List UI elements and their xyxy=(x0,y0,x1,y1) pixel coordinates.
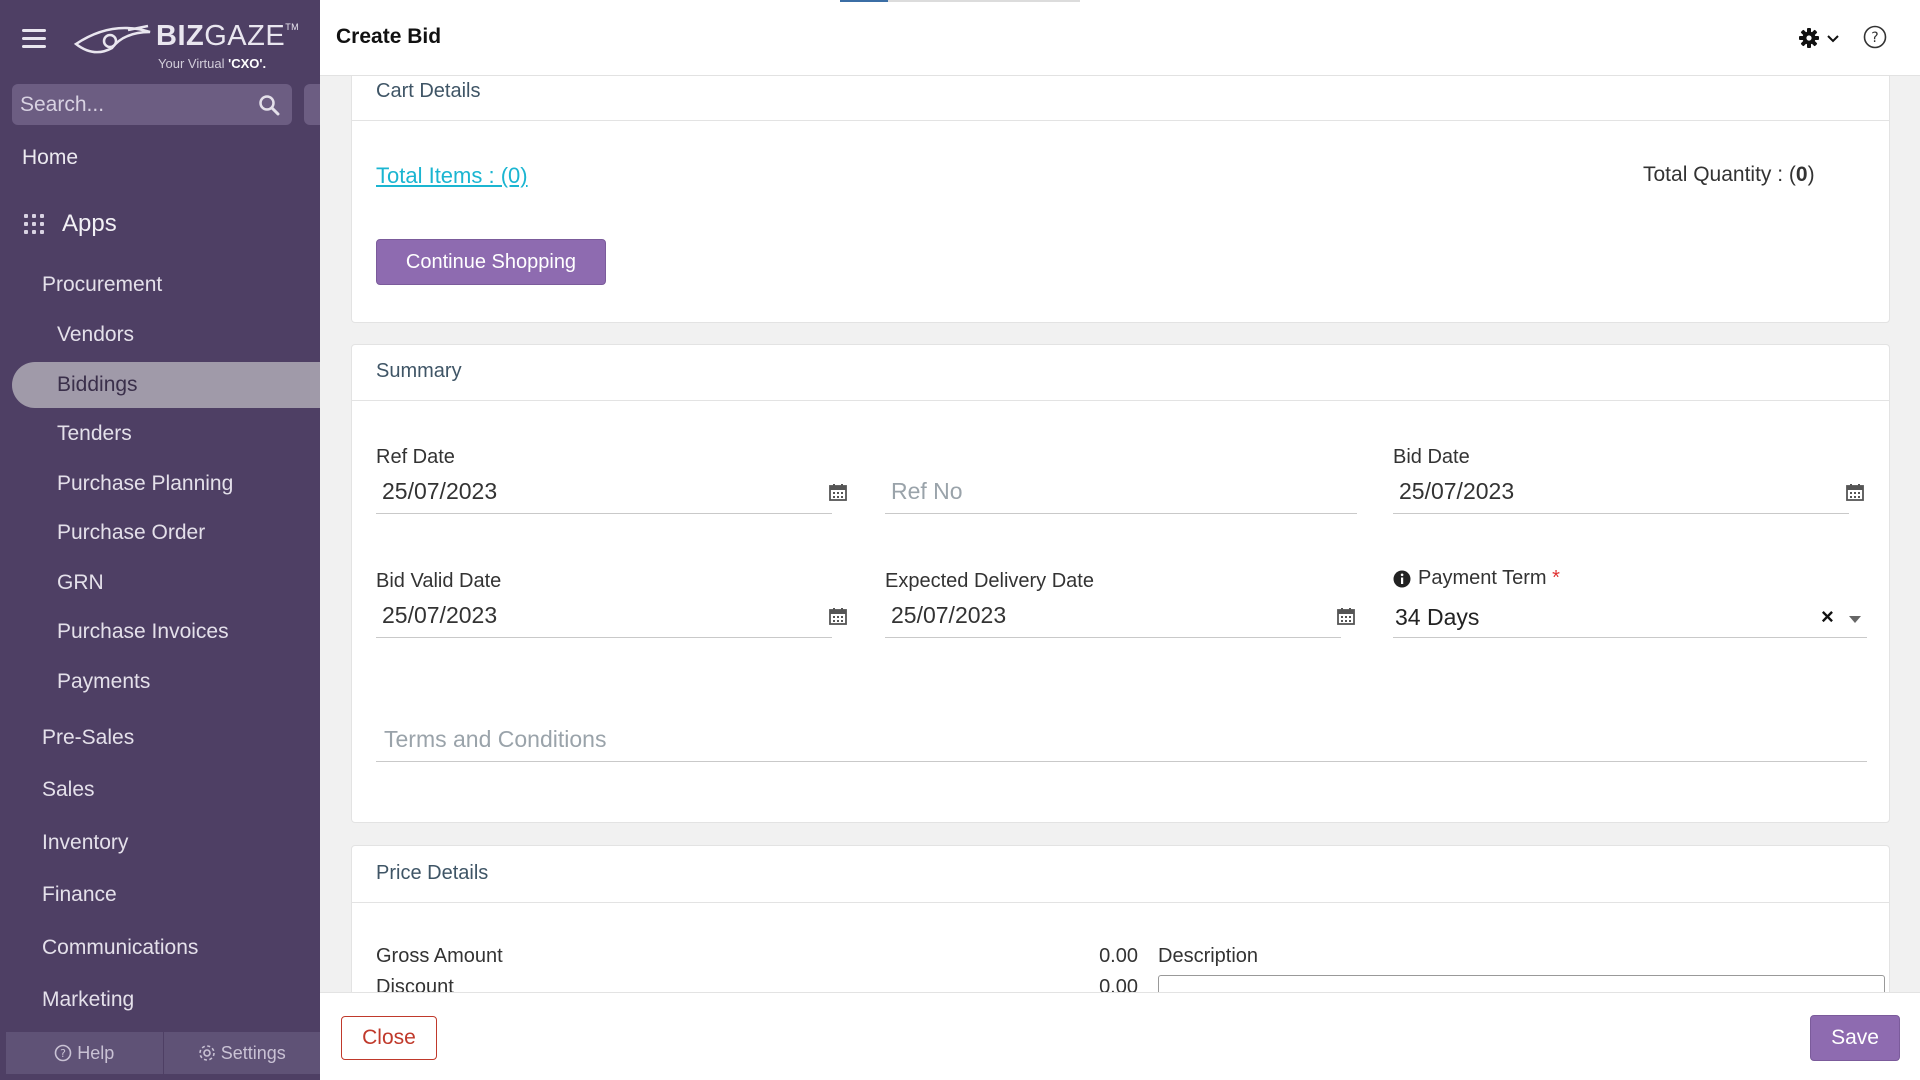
description-textarea[interactable] xyxy=(1158,975,1885,992)
summary-title: Summary xyxy=(376,360,462,382)
sidebar-header: BIZGAZETM Your Virtual 'CXO'. xyxy=(0,0,320,80)
sidebar-search xyxy=(12,84,292,125)
sidebar-footer: ? Help Settings xyxy=(6,1032,320,1074)
form-content: Cart Details Total Items : (0) Total Qua… xyxy=(320,76,1920,992)
summary-header: Summary xyxy=(352,345,1889,401)
gear-icon xyxy=(1799,28,1819,48)
terms-and-conditions-input[interactable] xyxy=(376,718,1867,762)
sidebar-item-pre-sales[interactable]: Pre-Sales xyxy=(42,726,134,750)
bid-date-label: Bid Date xyxy=(1393,446,1470,468)
form-footer: Close Save xyxy=(320,992,1920,1080)
page-title: Create Bid xyxy=(336,25,442,48)
gross-amount-label: Gross Amount xyxy=(376,945,503,967)
settings-button[interactable]: Settings xyxy=(162,1032,321,1074)
total-quantity: Total Quantity : (0) xyxy=(1643,163,1815,186)
discount-label: Discount xyxy=(376,976,454,992)
price-details-title: Price Details xyxy=(376,862,489,884)
sidebar-item-communications[interactable]: Communications xyxy=(42,936,198,960)
sidebar: BIZGAZETM Your Virtual 'CXO'. Home Apps … xyxy=(0,0,320,1080)
ref-date-label: Ref Date xyxy=(376,446,455,468)
logo-wordmark: BIZGAZETM xyxy=(156,20,300,52)
payment-term-value: 34 Days xyxy=(1395,604,1480,630)
cart-details-header: Cart Details xyxy=(352,76,1889,121)
sidebar-item-procurement[interactable]: Procurement xyxy=(42,273,162,297)
logo-tagline: Your Virtual 'CXO'. xyxy=(158,56,267,71)
header-tab-indicator xyxy=(840,0,1080,2)
expected-delivery-date-calendar-icon[interactable] xyxy=(1336,606,1356,626)
sidebar-item-payments[interactable]: Payments xyxy=(57,670,150,694)
total-items-link[interactable]: Total Items : (0) xyxy=(376,163,528,189)
hamburger-menu-icon[interactable] xyxy=(22,29,46,51)
settings-gear-icon xyxy=(198,1045,215,1061)
sidebar-search-input[interactable] xyxy=(20,84,260,125)
sidebar-apps-label: Apps xyxy=(62,210,117,237)
clear-selection-icon[interactable]: × xyxy=(1821,604,1834,630)
search-icon[interactable] xyxy=(258,94,280,116)
price-details-header: Price Details xyxy=(352,846,1889,903)
bid-date-calendar-icon[interactable] xyxy=(1845,482,1865,502)
help-icon[interactable]: ? xyxy=(1862,24,1888,50)
expected-delivery-date-label: Expected Delivery Date xyxy=(885,570,1094,592)
gross-amount-value: 0.00 xyxy=(1099,945,1138,967)
close-button[interactable]: Close xyxy=(341,1016,437,1060)
sidebar-item-marketing[interactable]: Marketing xyxy=(42,988,134,1012)
sidebar-item-vendors[interactable]: Vendors xyxy=(57,323,134,347)
dropdown-caret-icon[interactable] xyxy=(1849,616,1861,623)
cart-details-card: Cart Details Total Items : (0) Total Qua… xyxy=(351,76,1890,323)
sidebar-item-purchase-order[interactable]: Purchase Order xyxy=(57,521,205,545)
info-icon[interactable] xyxy=(1393,570,1411,588)
help-button[interactable]: ? Help xyxy=(6,1032,163,1074)
sidebar-item-purchase-invoices[interactable]: Purchase Invoices xyxy=(57,620,229,644)
sidebar-item-apps[interactable]: Apps xyxy=(24,208,117,240)
apps-grid-icon xyxy=(24,214,44,234)
chevron-down-icon xyxy=(1827,35,1839,43)
bid-valid-date-input[interactable] xyxy=(376,594,832,638)
discount-value: 0.00 xyxy=(1099,976,1138,992)
sidebar-item-finance[interactable]: Finance xyxy=(42,883,117,907)
payment-term-label: Payment Term * xyxy=(1418,567,1560,589)
svg-text:?: ? xyxy=(1871,30,1878,46)
bid-valid-date-label: Bid Valid Date xyxy=(376,570,502,592)
continue-shopping-button[interactable]: Continue Shopping xyxy=(376,239,606,285)
ref-no-input[interactable] xyxy=(885,470,1357,514)
sidebar-item-grn[interactable]: GRN xyxy=(57,571,104,595)
settings-label: Settings xyxy=(220,1042,286,1063)
help-label: Help xyxy=(77,1042,115,1063)
bizgaze-logo[interactable]: BIZGAZETM Your Virtual 'CXO'. xyxy=(72,14,299,71)
sidebar-item-purchase-planning[interactable]: Purchase Planning xyxy=(57,472,233,496)
sidebar-item-sales[interactable]: Sales xyxy=(42,778,95,802)
description-label: Description xyxy=(1158,945,1259,967)
summary-card: Summary Ref Date Bid Date Bid Valid Date… xyxy=(351,344,1890,823)
save-button[interactable]: Save xyxy=(1810,1015,1900,1061)
expected-delivery-date-input[interactable] xyxy=(885,594,1341,638)
cart-details-title: Cart Details xyxy=(376,80,481,102)
sidebar-item-inventory[interactable]: Inventory xyxy=(42,831,128,855)
form-settings-button[interactable] xyxy=(1798,24,1844,52)
svg-text:?: ? xyxy=(60,1047,66,1060)
search-scope-toggle[interactable] xyxy=(304,84,320,125)
bid-valid-date-calendar-icon[interactable] xyxy=(828,606,848,626)
main-panel: Create Bid ? Cart Details Total Items: … xyxy=(320,0,1920,1080)
sidebar-item-home[interactable]: Home xyxy=(22,146,78,170)
price-details-card: Price Details Gross Amount 0.00 Discount… xyxy=(351,845,1890,992)
ref-date-input[interactable] xyxy=(376,470,832,514)
bid-date-input[interactable] xyxy=(1393,470,1849,514)
help-circle-icon: ? xyxy=(54,1044,72,1062)
page-header: Create Bid ? xyxy=(320,0,1920,76)
ref-date-calendar-icon[interactable] xyxy=(828,482,848,502)
sidebar-item-biddings[interactable]: Biddings xyxy=(57,373,138,397)
sidebar-item-tenders[interactable]: Tenders xyxy=(57,422,132,446)
logo-eye-icon xyxy=(73,24,151,54)
